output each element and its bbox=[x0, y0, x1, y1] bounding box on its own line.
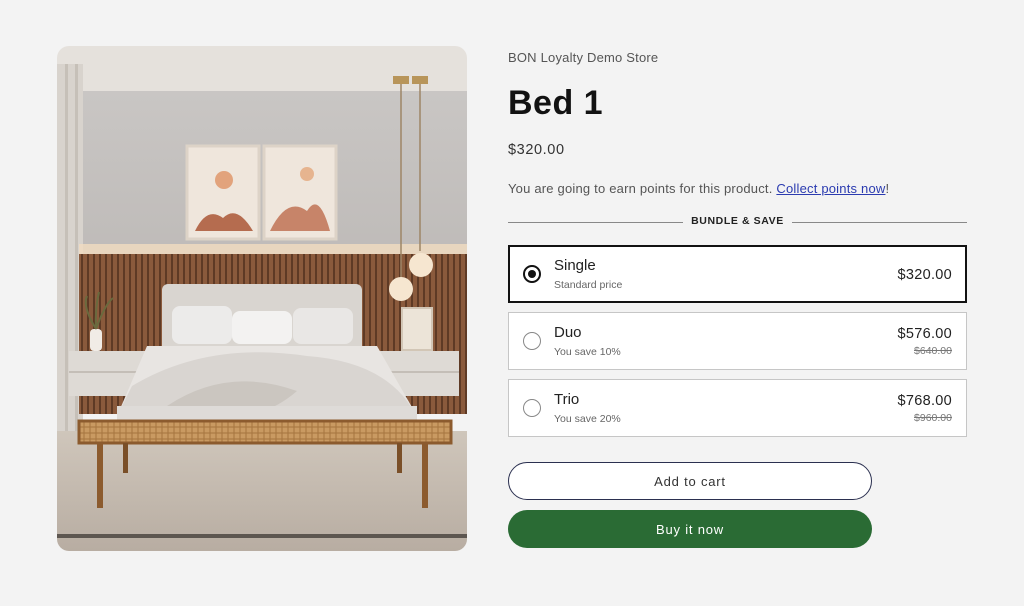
product-price: $320.00 bbox=[508, 142, 565, 158]
option-price: $320.00 bbox=[897, 267, 952, 283]
bundle-heading: BUNDLE & SAVE bbox=[508, 215, 967, 227]
option-subtitle: You save 10% bbox=[554, 346, 621, 358]
buy-now-button[interactable]: Buy it now bbox=[508, 510, 872, 548]
bundle-option-trio[interactable]: Trio You save 20% $768.00 $960.00 bbox=[508, 379, 967, 437]
loyalty-suffix: ! bbox=[885, 181, 890, 196]
option-name: Duo bbox=[554, 324, 582, 341]
option-compare-price: $640.00 bbox=[914, 345, 952, 357]
collect-points-link[interactable]: Collect points now bbox=[776, 181, 885, 196]
vendor-name: BON Loyalty Demo Store bbox=[508, 50, 659, 65]
radio-unselected-icon[interactable] bbox=[523, 332, 541, 350]
option-subtitle: Standard price bbox=[554, 279, 623, 291]
option-price: $768.00 bbox=[897, 393, 952, 409]
bundle-option-single[interactable]: Single Standard price $320.00 bbox=[508, 245, 967, 303]
add-to-cart-button[interactable]: Add to cart bbox=[508, 462, 872, 500]
product-image[interactable] bbox=[57, 46, 467, 551]
option-price: $576.00 bbox=[897, 326, 952, 342]
radio-selected-icon[interactable] bbox=[523, 265, 541, 283]
product-title: Bed 1 bbox=[508, 84, 604, 122]
bedroom-photo bbox=[57, 46, 467, 551]
option-name: Single bbox=[554, 257, 596, 274]
radio-unselected-icon[interactable] bbox=[523, 399, 541, 417]
option-compare-price: $960.00 bbox=[914, 412, 952, 424]
option-name: Trio bbox=[554, 391, 580, 408]
loyalty-message: You are going to earn points for this pr… bbox=[508, 181, 889, 196]
bundle-divider: BUNDLE & SAVE bbox=[508, 215, 967, 229]
loyalty-text: You are going to earn points for this pr… bbox=[508, 181, 773, 196]
bundle-heading-text: BUNDLE & SAVE bbox=[683, 215, 792, 227]
bundle-option-duo[interactable]: Duo You save 10% $576.00 $640.00 bbox=[508, 312, 967, 370]
option-subtitle: You save 20% bbox=[554, 413, 621, 425]
